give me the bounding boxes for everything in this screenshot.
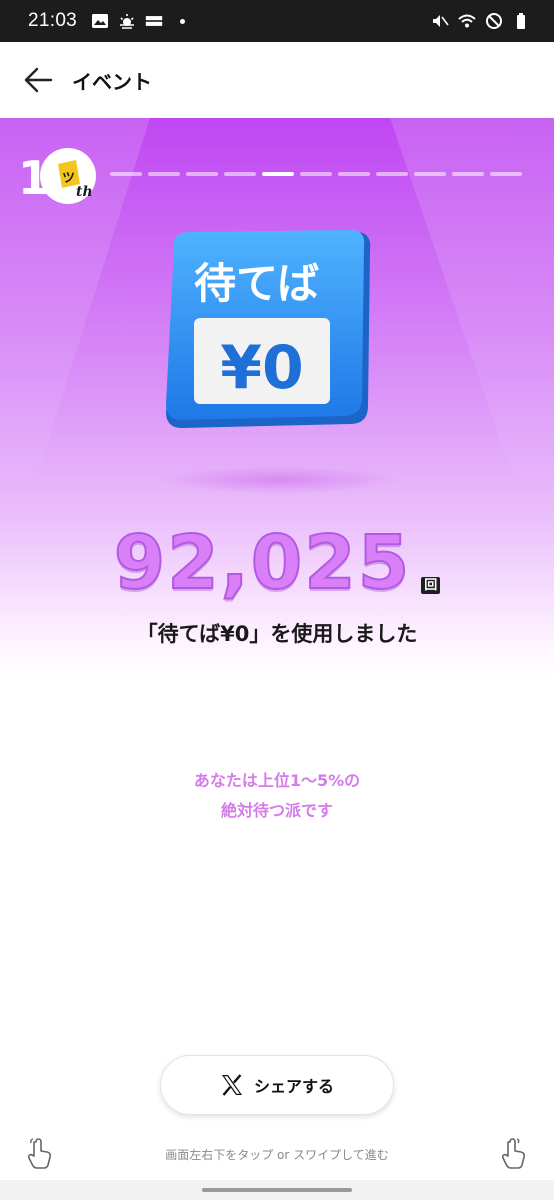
battery-icon <box>517 13 525 29</box>
count-unit: 回 <box>421 577 441 594</box>
arrow-left-icon <box>24 67 53 93</box>
progress-segment <box>338 172 370 176</box>
progress-segment <box>414 172 446 176</box>
weather-icon <box>120 14 135 29</box>
hero-panel: 1 ツ th 待てば ¥0 92,025 回 「待てば¥0」を使用しました <box>0 118 554 678</box>
svg-text:ツ: ツ <box>62 171 75 186</box>
home-indicator[interactable] <box>202 1188 352 1192</box>
story-progress-bar <box>110 172 522 176</box>
wifi-icon <box>458 14 476 28</box>
status-bar: 21:03 <box>0 0 554 42</box>
progress-segment <box>300 172 332 176</box>
progress-segment <box>110 172 142 176</box>
icon-text-matteba: 待てば <box>194 259 319 308</box>
rank-message: あなたは上位1〜5%の 絶対待つ派です <box>0 766 554 826</box>
tap-next-hand-icon[interactable] <box>500 1138 528 1170</box>
matteba-zero-yen-icon: 待てば ¥0 <box>166 230 371 428</box>
usage-count-row: 92,025 回 <box>0 520 554 606</box>
gallery-icon <box>92 14 109 28</box>
usage-count: 92,025 <box>113 520 412 606</box>
mute-icon <box>433 15 449 27</box>
rank-line-1: あなたは上位1〜5%の <box>193 771 361 790</box>
app-header: イベント <box>0 42 554 118</box>
progress-segment <box>186 172 218 176</box>
status-time: 21:03 <box>28 10 78 31</box>
icon-text-zero-yen: ¥0 <box>220 333 304 403</box>
10th-anniversary-logo: 1 ツ th <box>18 148 96 205</box>
x-logo-icon <box>221 1074 242 1096</box>
progress-segment <box>490 172 522 176</box>
icon-floor-shadow <box>158 466 398 494</box>
more-notifications-dot <box>180 18 186 24</box>
usage-caption: 「待てば¥0」を使用しました <box>136 622 418 646</box>
progress-segment <box>148 172 180 176</box>
page-title: イベント <box>72 69 152 94</box>
progress-segment <box>224 172 256 176</box>
progress-segment-active <box>262 172 294 176</box>
status-left-icons <box>91 12 186 30</box>
do-not-disturb-icon <box>486 13 502 29</box>
back-button[interactable] <box>12 54 64 106</box>
progress-segment <box>452 172 484 176</box>
rank-line-2: 絶対待つ派です <box>220 801 333 820</box>
app-notification-icon <box>145 16 163 26</box>
progress-segment <box>376 172 408 176</box>
share-label: シェアする <box>253 1077 334 1096</box>
status-right-icons <box>431 12 530 30</box>
share-button[interactable]: シェアする <box>160 1055 394 1115</box>
svg-text:th: th <box>76 184 93 200</box>
navigation-hint: 画面左右下をタップ or スワイプして進む <box>165 1148 389 1162</box>
